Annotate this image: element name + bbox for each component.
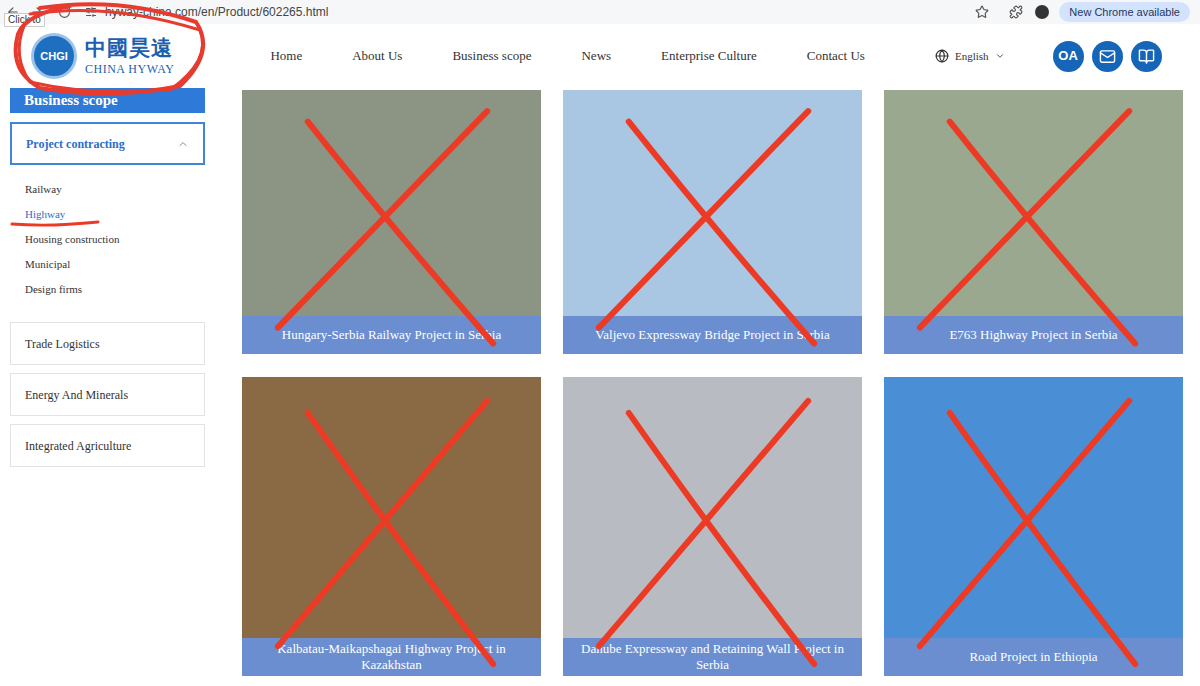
project-card[interactable]: Road Project in Ethiopia [884,377,1183,676]
project-card[interactable]: Kalbatau-Maikapshagai Highway Project in… [242,377,541,676]
red-cross-mark-icon [884,90,1183,354]
profile-avatar-icon[interactable] [1035,5,1049,19]
oa-button[interactable]: OA [1053,41,1084,72]
red-cross-mark-icon [884,377,1183,676]
nav-item[interactable]: Home [270,46,302,66]
red-cross-mark-icon [563,90,862,354]
project-photo [563,90,862,316]
project-caption: Danube Expressway and Retaining Wall Pro… [563,638,862,676]
sidebar-group: Integrated Agriculture [10,424,205,467]
page: hyway-china.com/en/Product/602265.html Ne… [0,0,1200,686]
sidebar-item[interactable]: Design firms [10,277,205,302]
sidebar-item[interactable]: Highway [10,202,205,227]
sidebar-group-header[interactable]: Project contracting [10,122,205,165]
red-underline-icon [10,219,100,229]
globe-icon [935,49,949,63]
project-caption: Kalbatau-Maikapshagai Highway Project in… [242,638,541,676]
logo-english: CHINA HYWAY [85,63,174,75]
red-cross-mark-icon [242,90,541,354]
mail-button[interactable] [1092,41,1123,72]
project-photo [563,377,862,638]
project-card[interactable]: Valjevo Expressway Bridge Project in Ser… [563,90,862,354]
sidebar-group: Energy And Minerals [10,373,205,416]
nav-item[interactable]: Business scope [452,46,531,66]
project-photo [242,377,541,638]
project-photo [242,90,541,316]
sidebar-item[interactable]: Housing construction [10,227,205,252]
book-icon [1138,48,1155,65]
project-caption: E763 Highway Project in Serbia [884,316,1183,354]
sidebar-group: Project contracting RailwayHighwayHousing… [10,122,205,314]
red-cross-mark-icon [563,377,862,676]
book-button[interactable] [1131,41,1162,72]
bookmark-star-icon[interactable] [975,5,989,19]
project-grid: Hungary-Serbia Railway Project in Serbia… [242,90,1183,676]
project-card[interactable]: Danube Expressway and Retaining Wall Pro… [563,377,862,676]
tooltip: Click to [4,13,45,27]
main-nav: Home About Us Business scope News Enterprise… [270,46,865,66]
project-photo [884,377,1183,638]
browser-toolbar: hyway-china.com/en/Product/602265.html Ne… [0,0,1200,24]
nav-item[interactable]: Contact Us [807,46,865,66]
sidebar-group: Trade Logistics [10,322,205,365]
sidebar-item[interactable]: Railway [10,177,205,202]
logo-emblem: CHGI [31,33,77,79]
project-photo [884,90,1183,316]
language-selector[interactable]: English [935,48,1005,65]
nav-item[interactable]: News [581,46,611,66]
site-info-icon[interactable] [85,6,97,18]
reload-icon[interactable] [58,6,71,19]
sidebar-group-header[interactable]: Energy And Minerals [10,373,205,416]
chevron-down-icon [995,51,1005,61]
sidebar-title: Business scope [10,88,205,113]
sidebar-item[interactable]: Municipal [10,252,205,277]
sidebar-group-header[interactable]: Trade Logistics [10,322,205,365]
logo[interactable]: CHGI 中國昊遠 CHINA HYWAY [31,33,174,79]
extension-icon[interactable] [1009,5,1023,19]
project-card[interactable]: E763 Highway Project in Serbia [884,90,1183,354]
project-caption: Valjevo Expressway Bridge Project in Ser… [563,316,862,354]
nav-item[interactable]: About Us [352,46,402,66]
project-card[interactable]: Hungary-Serbia Railway Project in Serbia [242,90,541,354]
sidebar-group-header[interactable]: Integrated Agriculture [10,424,205,467]
mail-icon [1099,48,1116,65]
chevron-up-icon [177,138,189,150]
content: Business scope Project contracting Railway… [0,88,1200,676]
logo-chinese: 中國昊遠 [85,38,174,59]
url-field[interactable]: hyway-china.com/en/Product/602265.html [105,3,328,21]
update-button[interactable]: New Chrome available [1059,2,1190,23]
project-caption: Road Project in Ethiopia [884,638,1183,676]
project-caption: Hungary-Serbia Railway Project in Serbia [242,316,541,354]
sidebar: Business scope Project contracting Railway… [10,90,205,676]
red-cross-mark-icon [242,377,541,676]
nav-item[interactable]: Enterprise Culture [661,46,757,66]
site-header: CHGI 中國昊遠 CHINA HYWAY Home About Us Business … [0,24,1200,88]
